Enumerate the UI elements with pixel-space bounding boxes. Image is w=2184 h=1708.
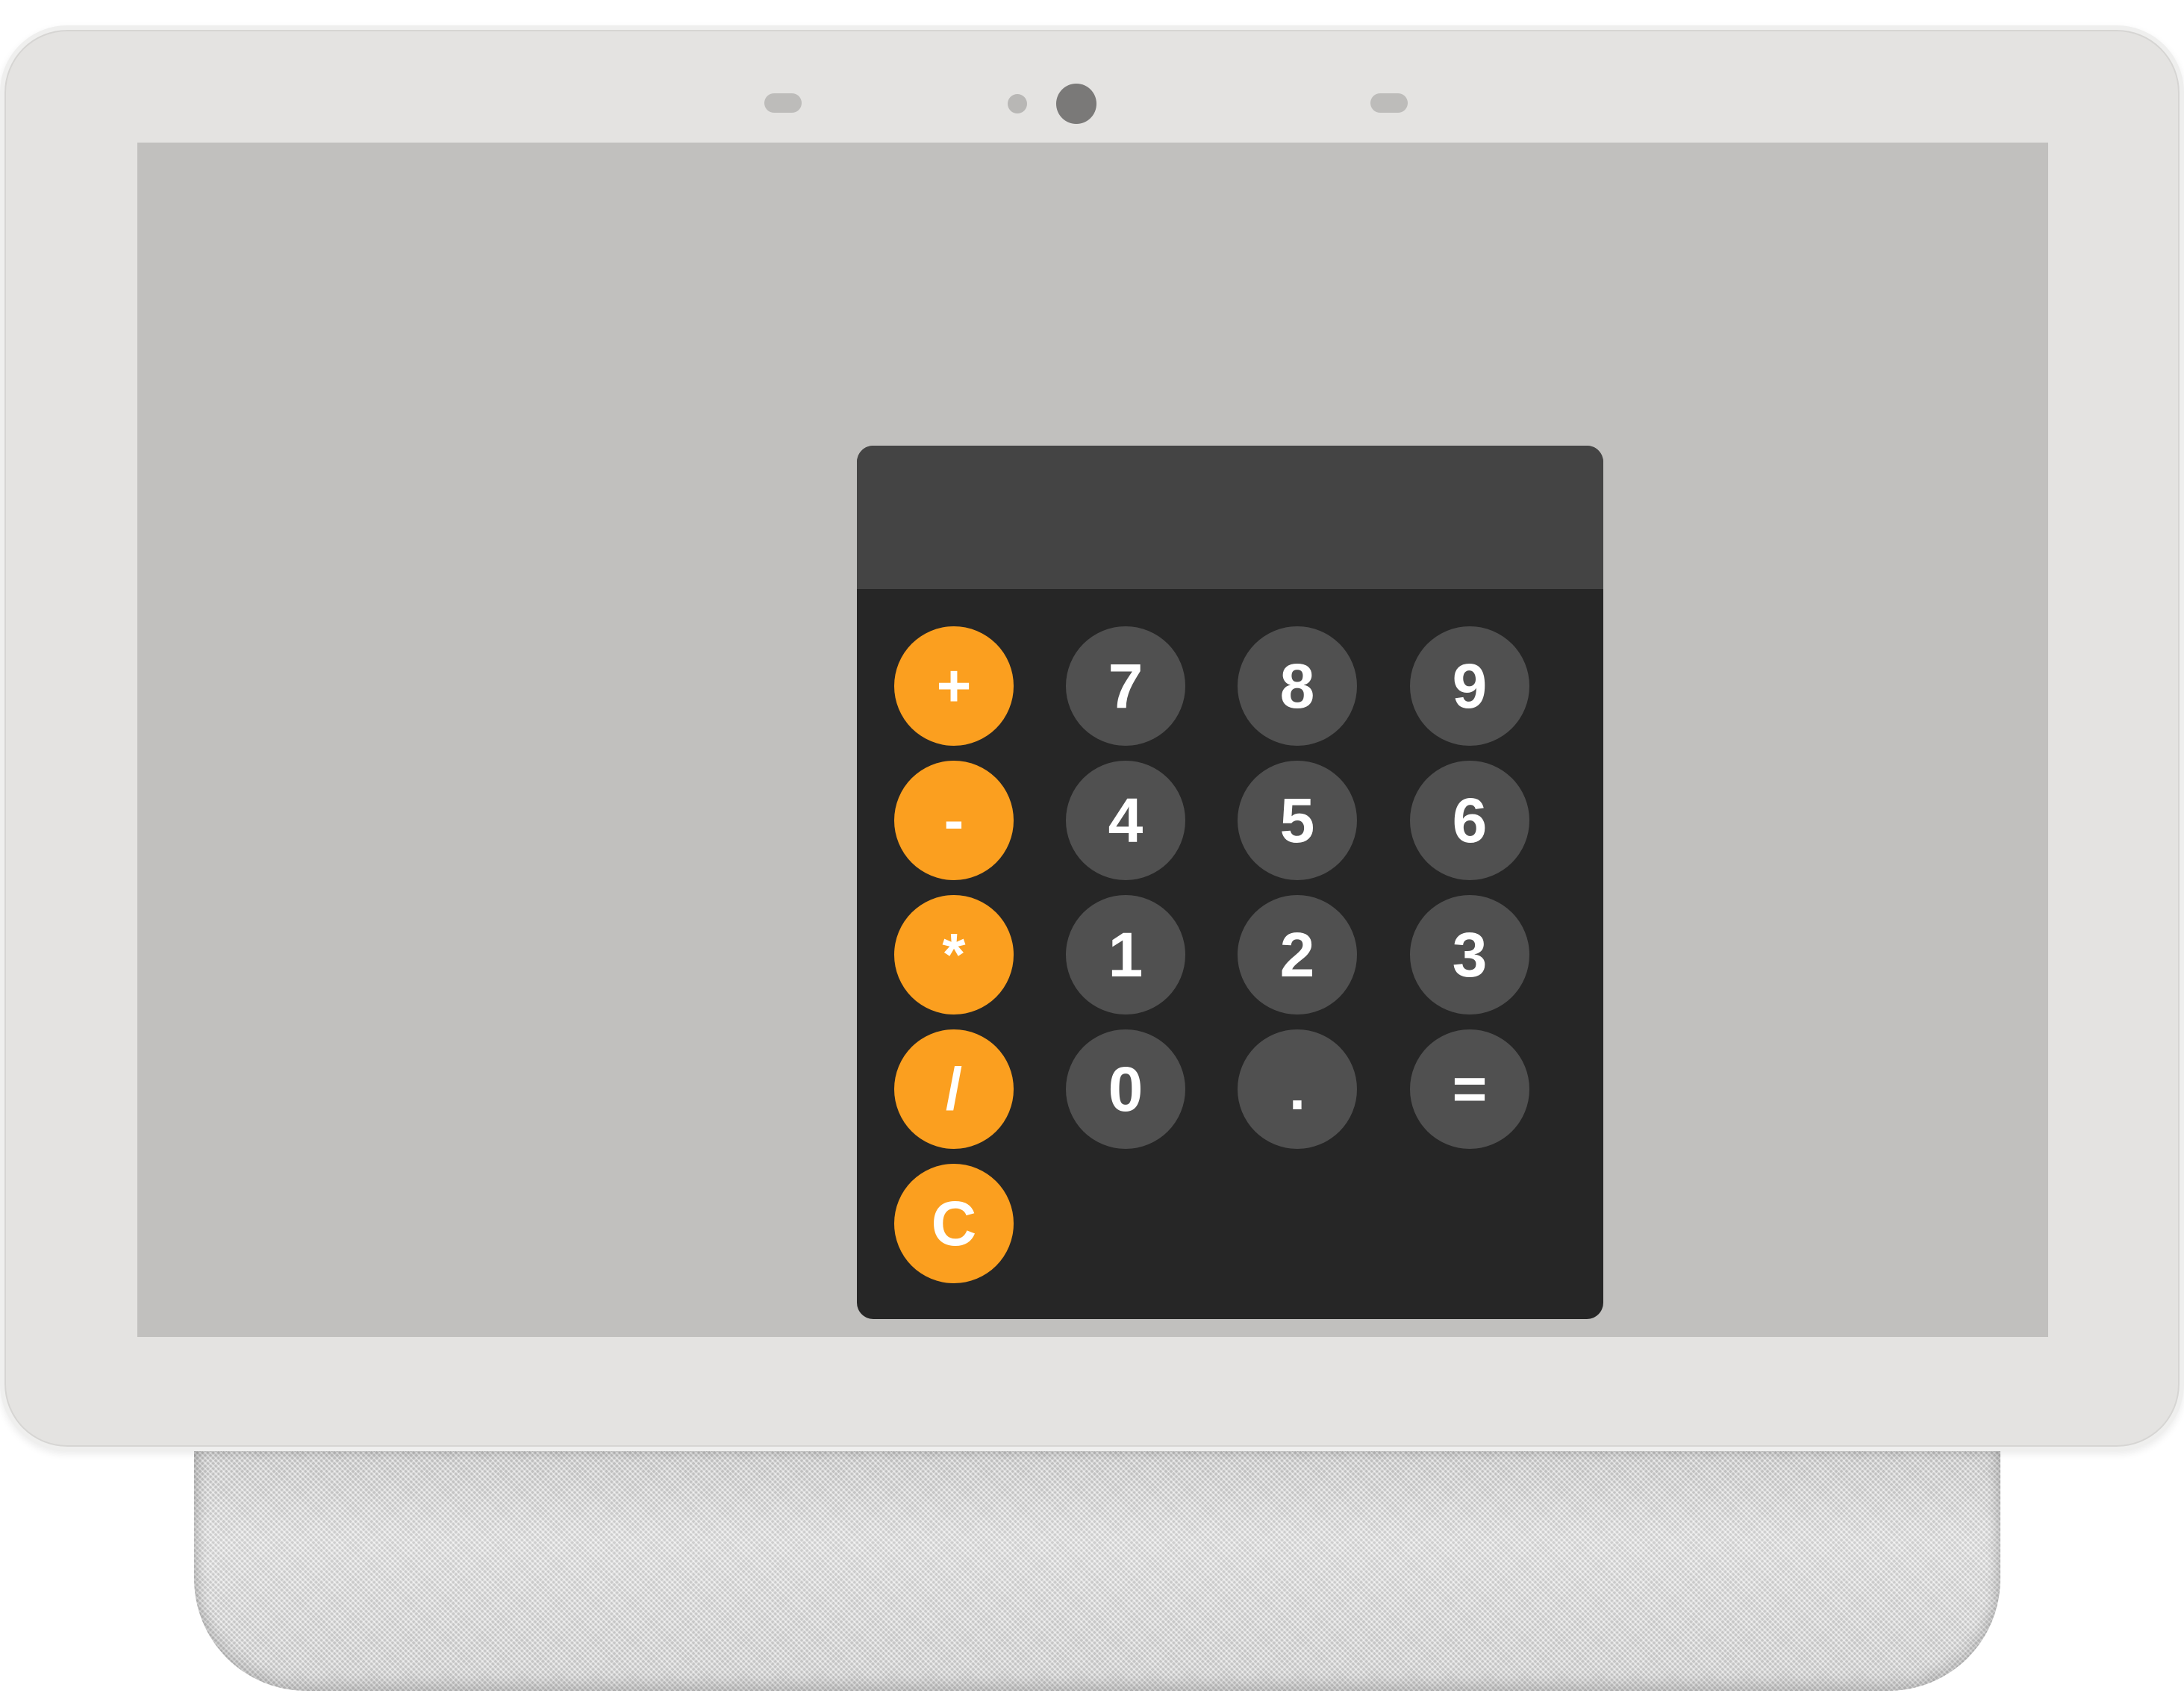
ambient-sensor-icon (1008, 94, 1027, 113)
digit-9-button[interactable]: 9 (1410, 626, 1529, 746)
digit-5-button[interactable]: 5 (1238, 761, 1357, 880)
microphone-right-icon (1370, 93, 1408, 113)
device-screen: + - * / C 7 8 9 4 5 6 1 2 3 0 . = (137, 143, 2048, 1337)
digit-3-button[interactable]: 3 (1410, 895, 1529, 1014)
divide-button[interactable]: / (894, 1029, 1014, 1149)
calculator-app: + - * / C 7 8 9 4 5 6 1 2 3 0 . = (857, 446, 1603, 1319)
digit-6-button[interactable]: 6 (1410, 761, 1529, 880)
clear-button[interactable]: C (894, 1164, 1014, 1283)
digit-7-button[interactable]: 7 (1066, 626, 1185, 746)
multiply-button[interactable]: * (894, 895, 1014, 1014)
camera-icon (1056, 84, 1096, 124)
digit-4-button[interactable]: 4 (1066, 761, 1185, 880)
speaker-base (194, 1437, 2000, 1691)
minus-button[interactable]: - (894, 761, 1014, 880)
decimal-button[interactable]: . (1238, 1029, 1357, 1149)
digit-2-button[interactable]: 2 (1238, 895, 1357, 1014)
microphone-left-icon (764, 93, 802, 113)
equals-button[interactable]: = (1410, 1029, 1529, 1149)
digit-1-button[interactable]: 1 (1066, 895, 1185, 1014)
device-scene: + - * / C 7 8 9 4 5 6 1 2 3 0 . = (0, 0, 2184, 1708)
calculator-display (857, 446, 1603, 589)
plus-button[interactable]: + (894, 626, 1014, 746)
calculator-keypad: + - * / C 7 8 9 4 5 6 1 2 3 0 . = (857, 589, 1603, 1319)
digit-8-button[interactable]: 8 (1238, 626, 1357, 746)
digit-0-button[interactable]: 0 (1066, 1029, 1185, 1149)
